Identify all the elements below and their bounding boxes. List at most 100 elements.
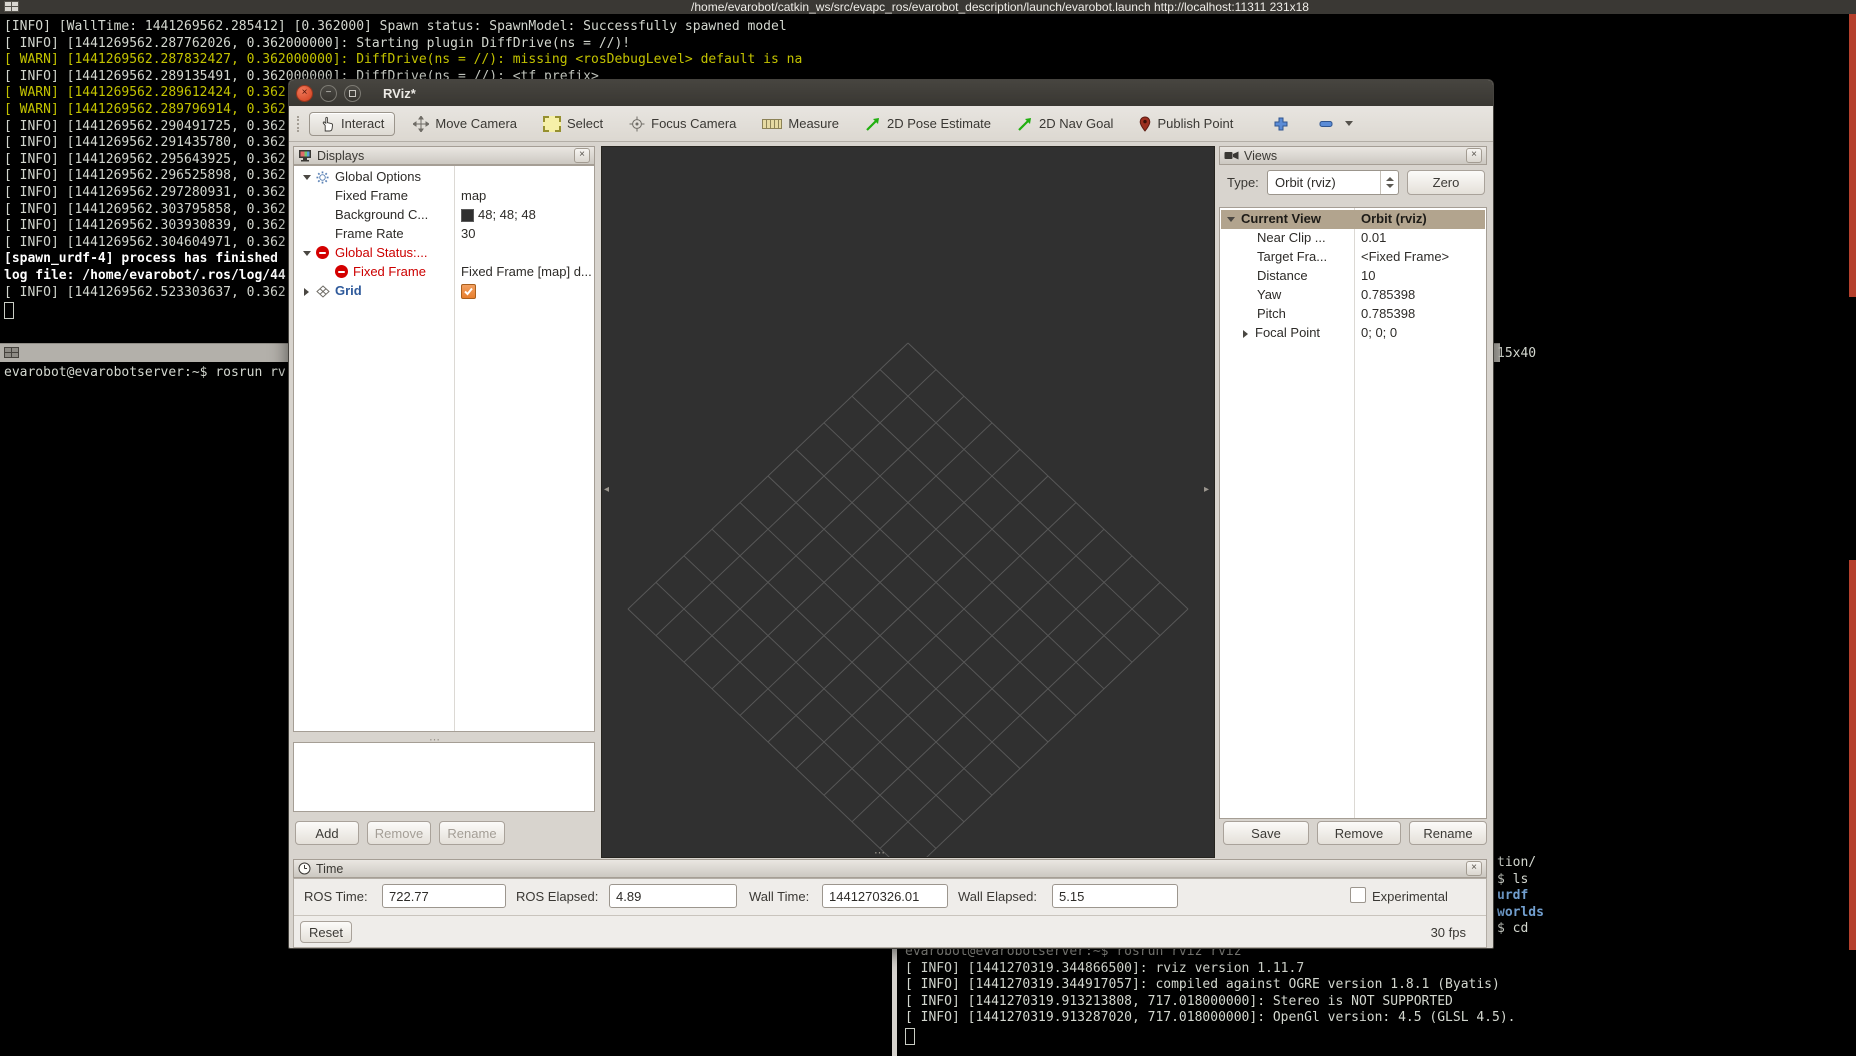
window-grid-icon[interactable]	[4, 1, 19, 12]
type-label: Type:	[1227, 175, 1259, 190]
close-icon[interactable]: ×	[574, 148, 590, 163]
splitter-handle[interactable]: ⋯	[874, 846, 887, 859]
minimize-button[interactable]: −	[320, 85, 337, 102]
expander-icon[interactable]	[303, 175, 311, 180]
tree-row-distance[interactable]: Distance 10	[1221, 267, 1485, 286]
wall-elapsed-input[interactable]	[1052, 884, 1178, 908]
terminal2-prompt[interactable]: evarobot@evarobotserver:~$ rosrun rv	[4, 365, 286, 382]
displays-tree[interactable]: Global Options Fixed Frame map Backgroun…	[293, 165, 595, 732]
tree-row-frame-rate[interactable]: Frame Rate 30	[295, 225, 593, 244]
tree-row-fixed-frame-error[interactable]: Fixed Frame Fixed Frame [map] d...	[295, 263, 593, 282]
row-value[interactable]: <Fixed Frame>	[1361, 249, 1449, 264]
row-label: Fixed Frame	[353, 264, 426, 279]
spinner-icon[interactable]	[1380, 171, 1398, 194]
time-panel-header[interactable]: Time ×	[293, 859, 1487, 878]
tree-row-global-status[interactable]: Global Status:...	[295, 244, 593, 263]
tool-focus-camera[interactable]: Focus Camera	[629, 116, 736, 132]
collapse-right-panel-icon[interactable]: ▸	[1204, 484, 1209, 495]
rviz-window: × − RViz* Interact Move Camera Select Fo…	[288, 79, 1494, 949]
rename-display-button[interactable]: Rename	[439, 821, 505, 845]
remove-tool-button[interactable]	[1319, 120, 1353, 128]
tool-move-camera[interactable]: Move Camera	[413, 116, 517, 132]
desktop: /home/evarobot/catkin_ws/src/evapc_ros/e…	[0, 0, 1856, 1056]
ros-elapsed-input[interactable]	[609, 884, 737, 908]
tool-label: Move Camera	[435, 116, 517, 131]
remove-display-button[interactable]: Remove	[367, 821, 431, 845]
row-value[interactable]: 0; 0; 0	[1361, 325, 1397, 340]
tool-label: Publish Point	[1157, 116, 1233, 131]
row-value[interactable]: 0.785398	[1361, 287, 1415, 302]
tool-2d-pose-estimate[interactable]: 2D Pose Estimate	[865, 116, 991, 132]
wall-elapsed-label: Wall Elapsed:	[958, 889, 1037, 904]
add-tool-button[interactable]	[1273, 116, 1289, 132]
expander-icon[interactable]	[1243, 330, 1248, 338]
tree-row-global-options[interactable]: Global Options	[295, 168, 593, 187]
reset-button[interactable]: Reset	[300, 921, 352, 943]
terminal-line: tion/	[1497, 855, 1544, 872]
terminal-line: [ INFO] [1441270319.913213808, 717.01800…	[905, 994, 1515, 1011]
tree-row-target-frame[interactable]: Target Fra... <Fixed Frame>	[1221, 248, 1485, 267]
tree-row-background-color[interactable]: Background C... 48; 48; 48	[295, 206, 593, 225]
save-view-button[interactable]: Save	[1223, 821, 1309, 845]
row-value[interactable]: map	[461, 188, 486, 203]
expander-icon[interactable]	[1227, 217, 1235, 222]
close-icon[interactable]: ×	[1466, 861, 1482, 876]
3d-viewport[interactable]	[601, 146, 1215, 858]
displays-panel-header[interactable]: Displays ×	[293, 146, 595, 165]
views-panel-header[interactable]: Views ×	[1219, 146, 1487, 165]
wall-time-label: Wall Time:	[749, 889, 809, 904]
wall-time-input[interactable]	[822, 884, 948, 908]
window-grid-icon[interactable]	[4, 347, 19, 358]
row-value[interactable]: 0.785398	[1361, 306, 1415, 321]
tree-row-grid[interactable]: Grid	[295, 282, 593, 301]
top-terminal-titlebar[interactable]: /home/evarobot/catkin_ws/src/evapc_ros/e…	[0, 0, 1856, 14]
remove-view-button[interactable]: Remove	[1317, 821, 1401, 845]
collapse-left-panel-icon[interactable]: ◂	[604, 484, 609, 495]
expander-icon[interactable]	[303, 251, 311, 256]
tool-interact[interactable]: Interact	[309, 112, 395, 136]
right-edge-strip-bottom	[1849, 560, 1856, 950]
chevron-down-icon[interactable]	[1345, 121, 1353, 126]
terminal3-cursor	[905, 1028, 915, 1045]
tree-row-current-view[interactable]: Current View Orbit (rviz)	[1221, 210, 1485, 229]
rename-view-button[interactable]: Rename	[1409, 821, 1487, 845]
tree-row-yaw[interactable]: Yaw 0.785398	[1221, 286, 1485, 305]
close-icon[interactable]: ×	[1466, 148, 1482, 163]
row-label: Frame Rate	[335, 226, 404, 241]
row-label: Yaw	[1257, 287, 1281, 302]
terminal3-log[interactable]: evarobot@evarobotserver:~$ rosrun rviz r…	[905, 944, 1515, 1027]
views-camera-icon	[1224, 150, 1239, 161]
zero-button[interactable]: Zero	[1407, 170, 1485, 195]
views-tree[interactable]: Current View Orbit (rviz) Near Clip ... …	[1219, 207, 1487, 819]
add-display-button[interactable]: Add	[295, 821, 359, 845]
tree-row-near-clip[interactable]: Near Clip ... 0.01	[1221, 229, 1485, 248]
terminal-title: /home/evarobot/catkin_ws/src/evapc_ros/e…	[520, 0, 1480, 14]
rviz-titlebar[interactable]: × − RViz*	[289, 80, 1493, 106]
green-arrow-icon	[1017, 116, 1033, 132]
row-value[interactable]: 30	[461, 226, 475, 241]
tree-row-fixed-frame[interactable]: Fixed Frame map	[295, 187, 593, 206]
grid-display-icon	[316, 285, 330, 298]
tool-2d-nav-goal[interactable]: 2D Nav Goal	[1017, 116, 1113, 132]
ruler-icon	[762, 119, 782, 129]
ros-time-input[interactable]	[382, 884, 506, 908]
view-type-combo[interactable]: Orbit (rviz)	[1267, 170, 1399, 195]
tool-measure[interactable]: Measure	[762, 116, 839, 131]
tree-row-focal-point[interactable]: Focal Point 0; 0; 0	[1221, 324, 1485, 343]
tree-row-pitch[interactable]: Pitch 0.785398	[1221, 305, 1485, 324]
terminal-line: [ INFO] [1441270319.344866500]: rviz ver…	[905, 961, 1515, 978]
expander-icon[interactable]	[304, 288, 309, 296]
close-button[interactable]: ×	[296, 85, 313, 102]
tool-publish-point[interactable]: Publish Point	[1139, 116, 1233, 132]
row-value[interactable]: 0.01	[1361, 230, 1386, 245]
display-description-box	[293, 742, 595, 812]
maximize-button[interactable]	[344, 85, 361, 102]
tool-select[interactable]: Select	[543, 116, 603, 132]
row-value[interactable]: 48; 48; 48	[478, 207, 536, 222]
experimental-checkbox[interactable]	[1350, 887, 1366, 903]
checkbox-checked-icon[interactable]	[461, 284, 476, 299]
row-value: Fixed Frame [map] d...	[461, 264, 592, 279]
toolbar-handle[interactable]	[297, 116, 302, 132]
row-label: Near Clip ...	[1257, 230, 1326, 245]
row-value[interactable]: 10	[1361, 268, 1375, 283]
